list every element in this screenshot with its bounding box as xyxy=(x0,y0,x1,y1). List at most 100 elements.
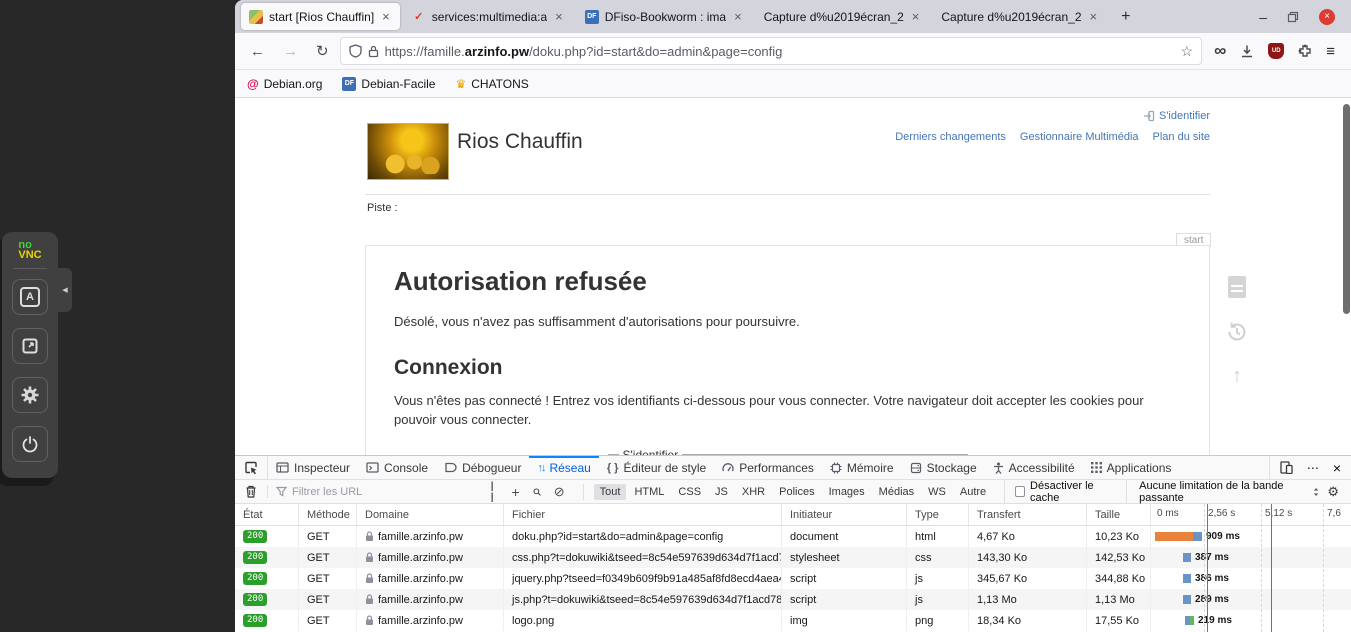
filter-autre[interactable]: Autre xyxy=(954,484,992,500)
network-table-header: État Méthode Domaine Fichier Initiateur … xyxy=(235,504,1351,526)
status-cell: 200 xyxy=(235,547,299,568)
navigation-bar: ← → ↻ https://famille.arzinfo.pw/doku.ph… xyxy=(235,33,1351,70)
padlock-icon xyxy=(365,615,374,626)
bookmark-star-icon[interactable]: ☆ xyxy=(1181,43,1194,60)
tab-close-icon[interactable]: × xyxy=(1088,9,1100,24)
link-plan-du-site[interactable]: Plan du site xyxy=(1153,131,1210,143)
forward-button[interactable]: → xyxy=(276,41,305,62)
devtools-tab-inspecteur[interactable]: Inspecteur xyxy=(268,456,358,479)
login-link[interactable]: S'identifier xyxy=(1143,110,1210,122)
devtools-tab-performances[interactable]: Performances xyxy=(714,456,822,479)
hamburger-menu-icon[interactable]: ≡ xyxy=(1326,43,1335,60)
bookmark-debian-facile[interactable]: DF Debian-Facile xyxy=(342,77,435,91)
network-arrows-icon: ↑↓ xyxy=(537,462,544,474)
tab-capture-1[interactable]: Capture d%u2019écran_2 × xyxy=(756,3,930,30)
waterfall-time-label: 909 ms xyxy=(1206,531,1240,542)
old-revisions-icon[interactable] xyxy=(1225,320,1249,344)
tab-services-multimedia[interactable]: ✓ services:multimedia:a × xyxy=(404,3,573,30)
column-methode[interactable]: Méthode xyxy=(299,504,357,525)
responsive-design-icon[interactable] xyxy=(1280,461,1293,474)
keyboard-button[interactable]: A xyxy=(12,279,48,315)
column-timeline[interactable]: 0 ms2,56 s5,12 s7,6 xyxy=(1151,504,1351,525)
block-icon[interactable]: ⊘ xyxy=(554,484,565,500)
devtools-overflow-menu[interactable]: ⋯ xyxy=(1307,461,1319,475)
devtools-tab-debogueur[interactable]: Débogueur xyxy=(436,456,529,479)
lock-icon[interactable] xyxy=(368,45,379,58)
tab-dfiso-bookworm[interactable]: DF DFiso-Bookworm : ima × xyxy=(577,3,752,30)
close-window-button[interactable]: × xyxy=(1319,9,1335,25)
column-etat[interactable]: État xyxy=(235,504,299,525)
filter-css[interactable]: CSS xyxy=(672,484,707,500)
column-transfert[interactable]: Transfert xyxy=(969,504,1087,525)
add-icon[interactable]: + xyxy=(511,484,519,500)
column-initiateur[interactable]: Initiateur xyxy=(782,504,907,525)
novnc-panel: no VNC A xyxy=(2,232,58,478)
back-to-top-icon[interactable]: ↑ xyxy=(1232,366,1242,386)
pick-element-icon xyxy=(244,461,258,475)
devtools-tab-memoire[interactable]: Mémoire xyxy=(822,456,902,479)
tab-close-icon[interactable]: × xyxy=(910,9,922,24)
tab-close-icon[interactable]: × xyxy=(380,9,392,24)
link-derniers-changements[interactable]: Derniers changements xyxy=(895,131,1006,143)
waterfall-cell: 387 ms xyxy=(1151,547,1351,568)
filter-html[interactable]: HTML xyxy=(628,484,670,500)
request-row[interactable]: 200GETfamille.arzinfo.pwjs.php?t=dokuwik… xyxy=(235,589,1351,610)
tab-close-icon[interactable]: × xyxy=(553,9,565,24)
search-icon[interactable] xyxy=(533,486,541,498)
filter-xhr[interactable]: XHR xyxy=(736,484,771,500)
filter-images[interactable]: Images xyxy=(823,484,871,500)
filter-tout[interactable]: Tout xyxy=(594,484,627,500)
back-button[interactable]: ← xyxy=(243,41,272,62)
settings-button[interactable] xyxy=(12,377,48,413)
tab-close-icon[interactable]: × xyxy=(732,9,744,24)
filter-js[interactable]: JS xyxy=(709,484,734,500)
tab-start[interactable]: start [Rios Chauffin] × xyxy=(241,3,400,30)
url-bar[interactable]: https://famille.arzinfo.pw/doku.php?id=s… xyxy=(340,37,1203,65)
ublock-shield-icon[interactable]: UD xyxy=(1268,43,1284,59)
pause-icon[interactable]: | | xyxy=(491,481,499,503)
devtools-tab-editeur-de-style[interactable]: { } Éditeur de style xyxy=(599,456,714,479)
devtools-tab-applications[interactable]: Applications xyxy=(1083,456,1180,479)
throttling-select[interactable]: Aucune limitation de la bande passante xyxy=(1126,480,1319,504)
novnc-collapse-handle[interactable]: ◀ xyxy=(58,268,72,312)
page-scrollbar[interactable] xyxy=(1343,104,1350,314)
tab-capture-2[interactable]: Capture d%u2019écran_2 × xyxy=(933,3,1107,30)
type-cell: js xyxy=(907,589,969,610)
restore-button[interactable] xyxy=(1287,11,1299,23)
devtools-tab-accessibilite[interactable]: Accessibilité xyxy=(985,456,1083,479)
request-row[interactable]: 200GETfamille.arzinfo.pwcss.php?t=dokuwi… xyxy=(235,547,1351,568)
clear-requests-button[interactable] xyxy=(243,485,268,498)
show-page-icon[interactable] xyxy=(1228,276,1246,298)
link-gestionnaire-multimedia[interactable]: Gestionnaire Multimédia xyxy=(1020,131,1139,143)
devtools-tab-console[interactable]: Console xyxy=(358,456,436,479)
extensions-puzzle-icon[interactable] xyxy=(1298,44,1312,58)
request-row[interactable]: 200GETfamille.arzinfo.pwlogo.pngimgpng18… xyxy=(235,610,1351,631)
minimize-button[interactable]: – xyxy=(1259,9,1267,25)
new-tab-button[interactable]: + xyxy=(1111,8,1140,26)
column-domaine[interactable]: Domaine xyxy=(357,504,504,525)
column-type[interactable]: Type xyxy=(907,504,969,525)
filter-ws[interactable]: WS xyxy=(922,484,952,500)
disable-cache-checkbox[interactable] xyxy=(1015,486,1025,497)
power-button[interactable] xyxy=(12,426,48,462)
filter-url-input[interactable]: Filtrer les URL xyxy=(276,486,475,498)
reload-button[interactable]: ↻ xyxy=(309,40,336,62)
column-fichier[interactable]: Fichier xyxy=(504,504,782,525)
devtools-tab-reseau[interactable]: ↑↓ Réseau xyxy=(529,456,598,479)
filter-polices[interactable]: Polices xyxy=(773,484,820,500)
bookmark-debian[interactable]: @ Debian.org xyxy=(247,77,322,91)
network-settings-gear-icon[interactable]: ⚙ xyxy=(1327,484,1343,500)
bookmark-chatons[interactable]: ♛ CHATONS xyxy=(455,77,528,91)
site-logo[interactable] xyxy=(367,123,449,180)
shield-icon[interactable] xyxy=(349,44,362,58)
downloads-icon[interactable] xyxy=(1240,44,1254,58)
filter-medias[interactable]: Médias xyxy=(873,484,920,500)
request-row[interactable]: 200GETfamille.arzinfo.pwdoku.php?id=star… xyxy=(235,526,1351,547)
devtools-tab-stockage[interactable]: Stockage xyxy=(902,456,985,479)
column-taille[interactable]: Taille xyxy=(1087,504,1151,525)
extension-infinity-icon[interactable]: ∞ xyxy=(1214,41,1226,61)
fullscreen-button[interactable] xyxy=(12,328,48,364)
pick-element-button[interactable] xyxy=(235,456,268,479)
devtools-close-button[interactable]: × xyxy=(1333,460,1341,476)
request-row[interactable]: 200GETfamille.arzinfo.pwjquery.php?tseed… xyxy=(235,568,1351,589)
